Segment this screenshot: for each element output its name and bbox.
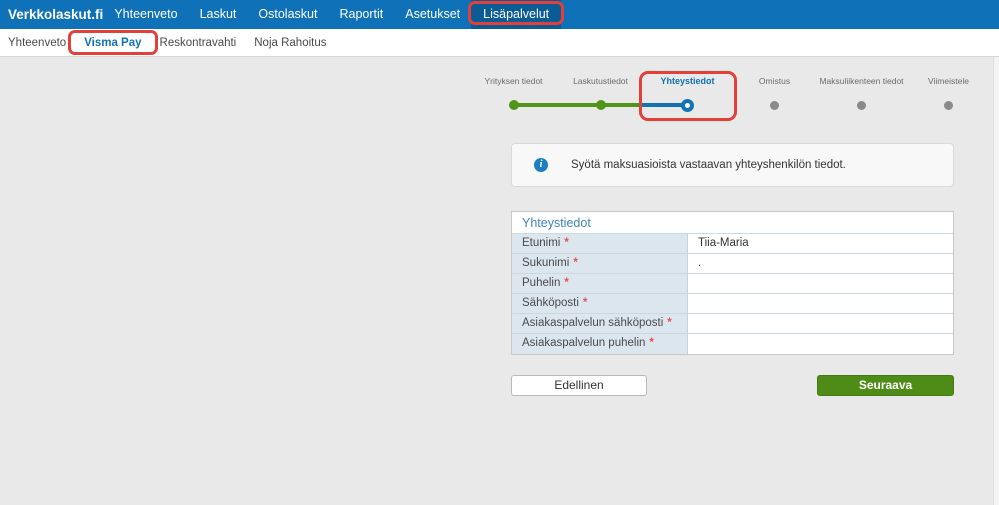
subnav-item-visma-pay[interactable]: Visma Pay [68,29,158,56]
step-done-dot-icon [508,100,519,110]
topnav-item-raportit[interactable]: Raportit [328,0,394,29]
required-marker: * [573,257,578,269]
step-label: Yhteystiedot [660,76,715,86]
next-button[interactable]: Seuraava [817,375,954,396]
field-label-etunimi: Etunimi * [512,234,688,253]
wizard-stepper: Yrityksen tiedot Laskutustiedot Yhteysti… [470,71,992,121]
form-section-title: Yhteystiedot [512,212,953,234]
topnav-item-ostolaskut[interactable]: Ostolaskut [247,0,328,29]
step-label: Maksuliikenteen tiedot [819,76,904,86]
subnav-item-label: Visma Pay [84,37,142,49]
step-yrityksen-tiedot[interactable]: Yrityksen tiedot [470,74,557,112]
field-label-sukunimi: Sukunimi * [512,254,688,273]
table-row: Asiakaspalvelun puhelin * [512,334,953,354]
info-banner: i Syötä maksuasioista vastaavan yhteyshe… [511,143,954,187]
table-row: Puhelin * [512,274,953,294]
field-value-puhelin[interactable] [688,274,953,293]
field-value-sukunimi[interactable]: . [688,254,953,273]
table-row: Etunimi * Tiia-Maria [512,234,953,254]
field-value-asiakaspalvelun-sahkoposti[interactable] [688,314,953,333]
subnav-item-yhteenveto[interactable]: Yhteenveto [8,29,75,56]
topnav-item-label: Lisäpalvelut [483,7,550,21]
sub-navigation-bar: Yhteenveto Visma Pay Reskontravahti Noja… [0,29,999,57]
step-done-dot-icon [595,100,606,110]
field-value-sahkoposti[interactable] [688,294,953,313]
step-upcoming-dot-icon [770,100,779,110]
required-marker: * [582,297,588,309]
topnav-item-lisapalvelut[interactable]: Lisäpalvelut [468,0,565,29]
step-yhteystiedot[interactable]: Yhteystiedot [639,71,737,121]
field-label-asiakaspalvelun-sahkoposti: Asiakaspalvelun sähköposti * [512,314,688,333]
topnav-item-asetukset[interactable]: Asetukset [394,0,471,29]
top-navigation-bar: Verkkolaskut.fi Yhteenveto Laskut Ostola… [0,0,999,29]
step-current-dot-icon [681,98,694,112]
required-marker: * [667,317,672,329]
step-viimeistele[interactable]: Viimeistele [905,74,992,112]
brand-logo[interactable]: Verkkolaskut.fi [0,0,103,29]
contact-details-form: Yhteystiedot Etunimi * Tiia-Maria Sukunim… [511,211,954,355]
info-icon: i [534,158,548,172]
table-row: Sähköposti * [512,294,953,314]
step-upcoming-dot-icon [944,100,953,110]
step-label: Laskutustiedot [573,76,628,86]
field-label-puhelin: Puhelin * [512,274,688,293]
field-value-asiakaspalvelun-puhelin[interactable] [688,334,953,354]
field-value-etunimi[interactable]: Tiia-Maria [688,234,953,253]
table-row: Sukunimi * . [512,254,953,274]
step-label: Yrityksen tiedot [484,76,543,86]
subnav-item-noja-rahoitus[interactable]: Noja Rahoitus [245,29,335,56]
step-current-dot-hole [685,102,690,108]
previous-button[interactable]: Edellinen [511,375,647,396]
subnav-item-reskontravahti[interactable]: Reskontravahti [151,29,246,56]
step-label: Omistus [758,76,791,86]
required-marker: * [564,237,569,249]
step-upcoming-dot-icon [857,100,866,110]
info-banner-text: Syötä maksuasioista vastaavan yhteyshenk… [571,159,846,171]
topnav-item-yhteenveto[interactable]: Yhteenveto [103,0,188,29]
step-maksuliikenteen-tiedot[interactable]: Maksuliikenteen tiedot [818,74,905,112]
step-laskutustiedot[interactable]: Laskutustiedot [557,74,644,112]
step-omistus[interactable]: Omistus [731,74,818,112]
field-label-sahkoposti: Sähköposti * [512,294,688,313]
step-label: Viimeistele [928,76,969,86]
vertical-scrollbar[interactable] [993,57,999,505]
topnav-item-laskut[interactable]: Laskut [189,0,248,29]
table-row: Asiakaspalvelun sähköposti * [512,314,953,334]
field-label-asiakaspalvelun-puhelin: Asiakaspalvelun puhelin * [512,334,688,354]
required-marker: * [649,337,654,349]
required-marker: * [564,277,569,289]
